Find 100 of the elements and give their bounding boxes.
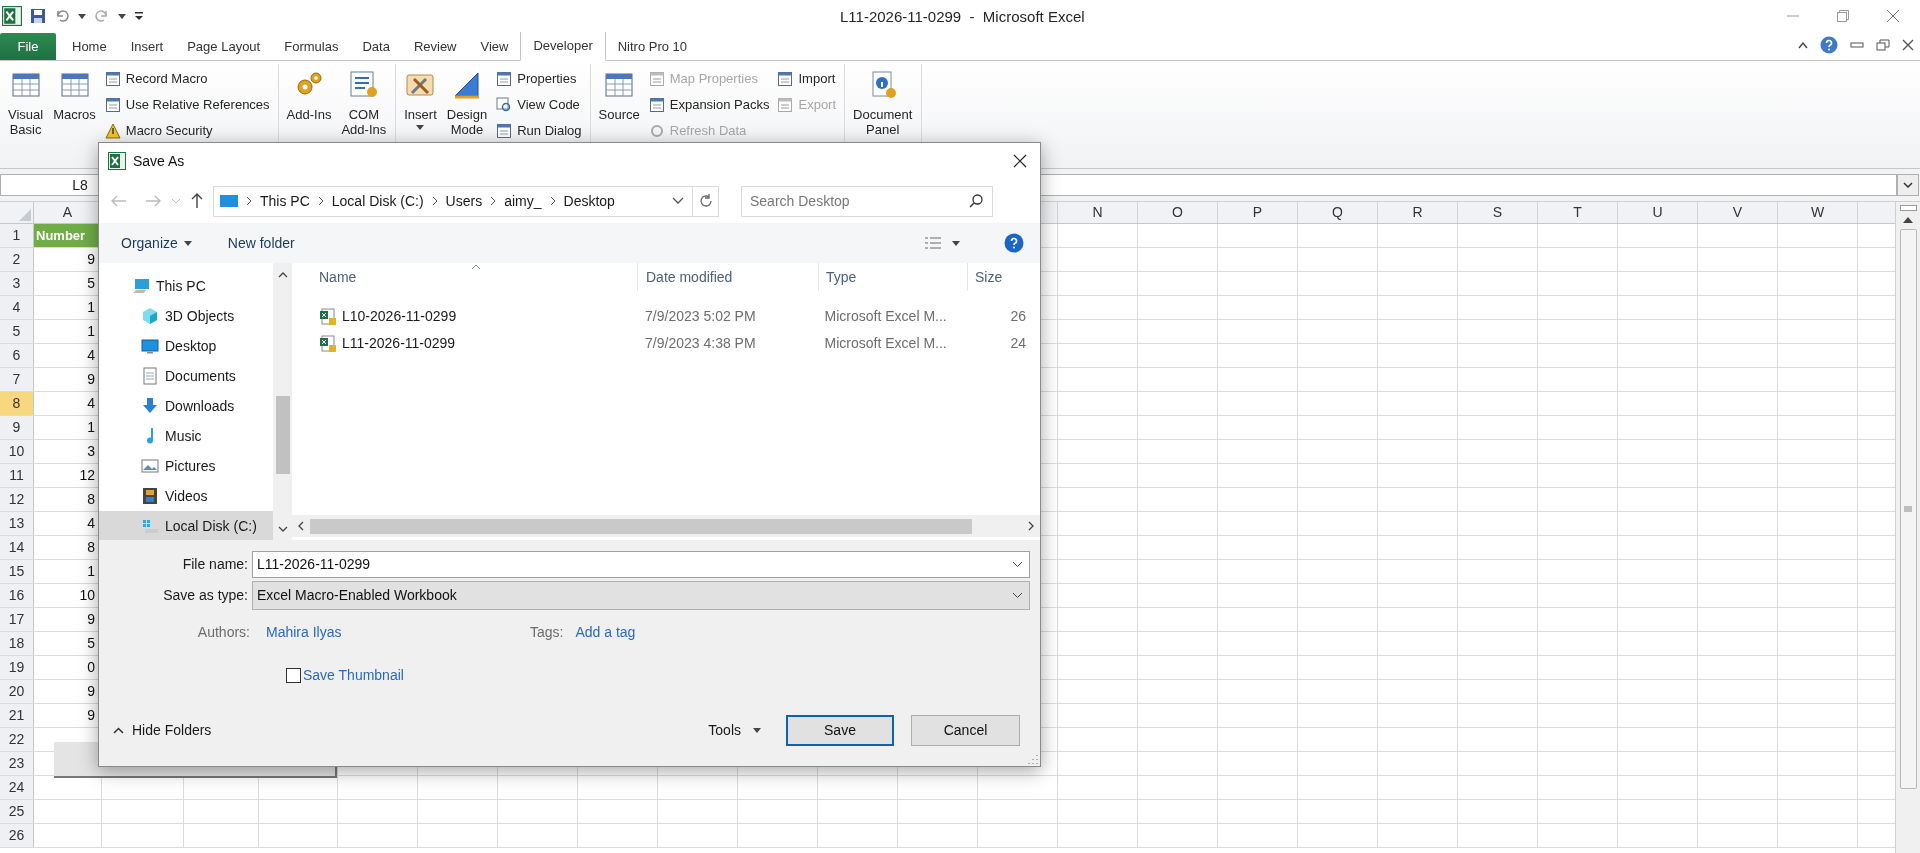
- column-header[interactable]: P: [1218, 202, 1298, 223]
- ribbon-tab[interactable]: Data: [350, 33, 402, 60]
- ribbon-button[interactable]: Source: [594, 64, 644, 122]
- restore-icon[interactable]: [1836, 9, 1850, 23]
- scroll-right-icon[interactable]: [1028, 521, 1034, 531]
- ribbon-button[interactable]: Record Macro: [101, 66, 273, 91]
- file-name-field[interactable]: L11-2026-11-0299: [252, 551, 1030, 578]
- restore-icon[interactable]: [1876, 39, 1890, 51]
- nav-item[interactable]: Local Disk (C:): [99, 511, 273, 540]
- row-header[interactable]: 5: [0, 320, 34, 343]
- ribbon-button[interactable]: Expansion Packs: [645, 92, 773, 117]
- undo-icon[interactable]: [54, 8, 70, 24]
- column-header[interactable]: O: [1138, 202, 1218, 223]
- tags-link[interactable]: Add a tag: [575, 621, 636, 643]
- ribbon-tab[interactable]: Home: [60, 33, 119, 60]
- nav-item[interactable]: This PC: [99, 271, 273, 301]
- scroll-up-icon[interactable]: [277, 272, 288, 278]
- scroll-left-icon[interactable]: [298, 521, 304, 531]
- ribbon-tab[interactable]: Page Layout: [175, 33, 273, 60]
- ribbon-button[interactable]: View Code: [493, 92, 585, 117]
- ribbon-tab[interactable]: Insert: [118, 33, 176, 60]
- row-header[interactable]: 12: [0, 488, 34, 511]
- file-tab[interactable]: File: [0, 33, 56, 60]
- ribbon-tab[interactable]: Nitro Pro 10: [605, 33, 700, 60]
- scrollbar-thumb[interactable]: [310, 518, 972, 534]
- row-header[interactable]: 2: [0, 248, 34, 271]
- expand-formula-button[interactable]: [1897, 174, 1919, 196]
- file-row[interactable]: L11-2026-11-0299 7/9/2023 4:38 PM Microsoft Excel M... 24: [292, 330, 1040, 357]
- ribbon-button[interactable]: Design Mode: [442, 64, 492, 137]
- nav-item[interactable]: Desktop: [99, 331, 273, 361]
- ribbon-button[interactable]: Macros: [49, 64, 100, 122]
- nav-item[interactable]: Documents: [99, 361, 273, 391]
- checkbox[interactable]: [286, 668, 301, 683]
- row-header[interactable]: 11: [0, 464, 34, 487]
- hide-folders-button[interactable]: Hide Folders: [113, 720, 212, 741]
- column-header[interactable]: V: [1698, 202, 1778, 223]
- customize-toolbar-icon[interactable]: [134, 10, 144, 22]
- breadcrumb-item[interactable]: Desktop: [563, 190, 615, 212]
- nav-item[interactable]: 3D Objects: [99, 301, 273, 331]
- minimize-icon[interactable]: [1850, 41, 1864, 49]
- ribbon-button[interactable]: Document Panel: [849, 64, 917, 137]
- row-header[interactable]: 3: [0, 272, 34, 295]
- split-handle[interactable]: [1899, 205, 1917, 211]
- save-button[interactable]: Save: [786, 715, 894, 746]
- row-header[interactable]: 26: [0, 824, 34, 847]
- ribbon-button[interactable]: COM Add-Ins: [337, 64, 391, 137]
- column-header[interactable]: W: [1778, 202, 1858, 223]
- column-header[interactable]: S: [1458, 202, 1538, 223]
- collapse-ribbon-icon[interactable]: [1798, 41, 1808, 49]
- row-header[interactable]: 10: [0, 440, 34, 463]
- up-arrow-icon[interactable]: [191, 193, 203, 209]
- row-header[interactable]: 23: [0, 752, 34, 775]
- redo-icon[interactable]: [94, 8, 110, 24]
- row-header[interactable]: 14: [0, 536, 34, 559]
- resize-grip-icon[interactable]: [1028, 754, 1038, 764]
- column-header[interactable]: T: [1538, 202, 1618, 223]
- close-icon[interactable]: [1013, 154, 1027, 168]
- row-header[interactable]: 19: [0, 656, 34, 679]
- help-icon[interactable]: [1820, 36, 1838, 54]
- row-header[interactable]: 13: [0, 512, 34, 535]
- nav-item[interactable]: Music: [99, 421, 273, 451]
- checkbox-label[interactable]: Save Thumbnail: [303, 665, 404, 686]
- nav-item[interactable]: Downloads: [99, 391, 273, 421]
- breadcrumb-item[interactable]: This PC: [260, 190, 310, 212]
- ribbon-tab[interactable]: View: [468, 33, 521, 60]
- row-header[interactable]: 17: [0, 608, 34, 631]
- row-header[interactable]: 16: [0, 584, 34, 607]
- row-header[interactable]: 9: [0, 416, 34, 439]
- ribbon-tab[interactable]: Developer: [520, 31, 606, 61]
- row-header[interactable]: 21: [0, 704, 34, 727]
- ribbon-tab[interactable]: Formulas: [272, 33, 351, 60]
- new-folder-button[interactable]: New folder: [227, 232, 295, 254]
- authors-link[interactable]: Mahira Ilyas: [266, 621, 530, 643]
- ribbon-button[interactable]: Visual Basic: [4, 64, 48, 137]
- ribbon-button[interactable]: Add-Ins: [282, 64, 336, 122]
- row-header[interactable]: 8: [0, 392, 34, 415]
- file-row[interactable]: L10-2026-11-0299 7/9/2023 5:02 PM Microsoft Excel M... 26: [292, 303, 1040, 330]
- row-header[interactable]: 4: [0, 296, 34, 319]
- ribbon-button[interactable]: Use Relative References: [101, 92, 273, 117]
- ribbon-button[interactable]: Import: [774, 66, 840, 91]
- ribbon-button[interactable]: Properties: [493, 66, 585, 91]
- address-bar[interactable]: This PC Local Disk (C:) Users aimy_ Desktop: [213, 185, 719, 217]
- cancel-button[interactable]: Cancel: [911, 715, 1020, 746]
- row-header[interactable]: 25: [0, 800, 34, 823]
- scrollbar-thumb[interactable]: [1899, 229, 1917, 789]
- scroll-down-icon[interactable]: [277, 526, 288, 532]
- scroll-up-icon[interactable]: [1903, 217, 1913, 223]
- search-field[interactable]: Search Desktop: [741, 185, 993, 217]
- column-header[interactable]: Size: [968, 263, 1040, 291]
- organize-menu[interactable]: Organize: [121, 232, 192, 254]
- column-header[interactable]: Date modified: [638, 263, 819, 291]
- row-header[interactable]: 15: [0, 560, 34, 583]
- column-header[interactable]: N: [1058, 202, 1138, 223]
- row-header[interactable]: 1: [0, 224, 34, 247]
- save-icon[interactable]: [30, 8, 46, 24]
- ribbon-tab[interactable]: Review: [401, 33, 469, 60]
- column-header[interactable]: Q: [1298, 202, 1378, 223]
- ribbon-button[interactable]: Insert: [400, 64, 441, 130]
- chevron-down-icon[interactable]: [672, 197, 684, 205]
- column-header[interactable]: Type: [819, 263, 968, 291]
